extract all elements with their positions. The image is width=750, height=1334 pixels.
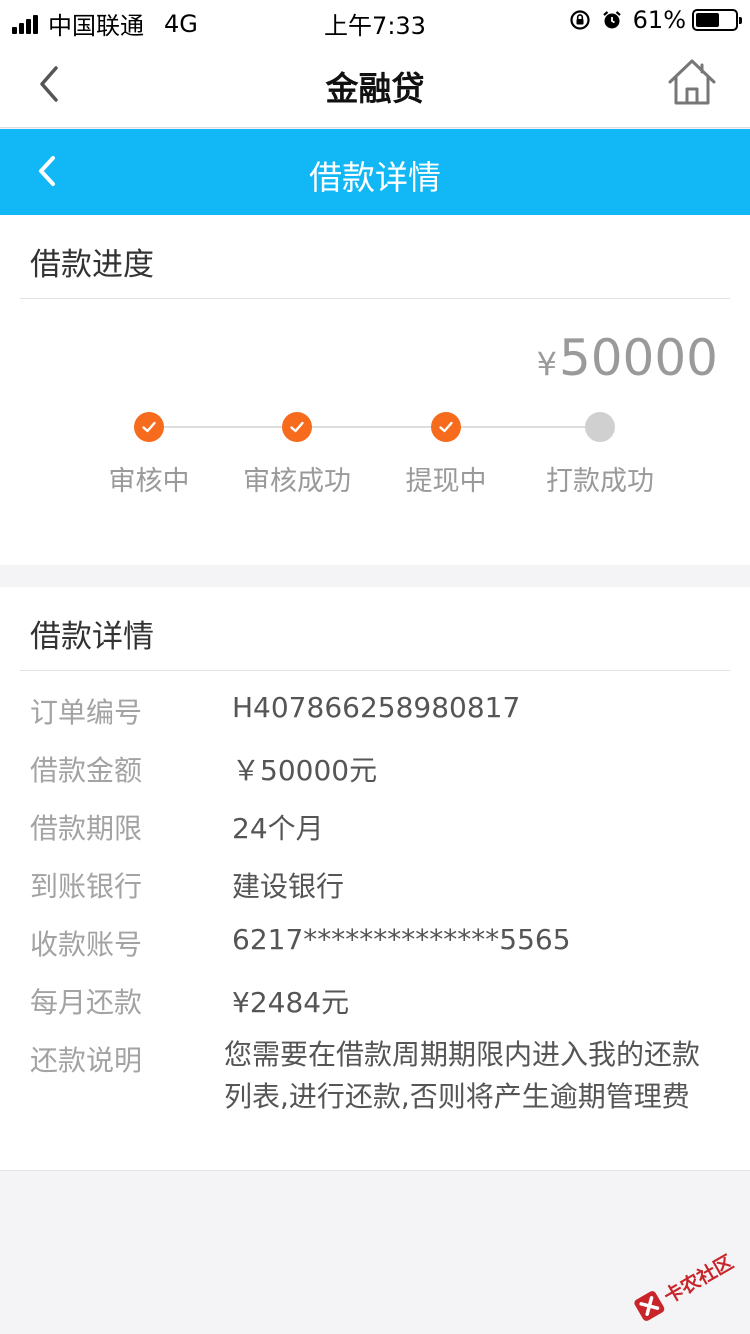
loan-details-card: 借款详情 订单编号 H407866258980817 借款金额 ￥50000元 … xyxy=(0,587,750,1171)
progress-section-title: 借款进度 xyxy=(30,247,154,283)
step-4-pending-dot xyxy=(585,412,615,442)
step-1-check-icon xyxy=(134,412,164,442)
detail-label: 每月还款 xyxy=(30,986,143,1019)
step-label: 审核成功 xyxy=(243,466,351,497)
detail-value: ¥2484元 xyxy=(232,986,350,1019)
divider xyxy=(20,670,730,671)
rotation-lock-icon xyxy=(570,10,590,30)
detail-label: 借款期限 xyxy=(30,812,143,845)
detail-value: 建设银行 xyxy=(232,870,345,903)
detail-label: 到账银行 xyxy=(30,870,143,903)
loan-progress-card: 借款进度 ¥ 50000 审核中 审核成功 提现中 打款成功 xyxy=(0,215,750,565)
detail-label: 借款金额 xyxy=(30,754,143,787)
currency-symbol: ¥ xyxy=(536,345,557,383)
loan-amount: ¥ 50000 xyxy=(537,329,718,387)
status-right: 61% xyxy=(569,6,742,34)
alarm-icon xyxy=(602,11,621,29)
battery-percent: 61% xyxy=(632,6,686,34)
divider xyxy=(20,298,730,299)
step-3-check-icon xyxy=(431,412,461,442)
step-label: 提现中 xyxy=(405,466,487,497)
battery-icon xyxy=(692,9,742,31)
app-header: 金融贷 xyxy=(0,42,750,128)
repayment-note-text: 您需要在借款周期期限内进入我的还款列表,进行还款,否则将产生逾期管理费 xyxy=(224,1038,701,1113)
progress-track xyxy=(150,426,600,428)
detail-value: 24个月 xyxy=(232,812,324,845)
detail-label: 订单编号 xyxy=(30,696,143,729)
home-icon[interactable] xyxy=(666,56,718,108)
status-bar: 中国联通 4G 上午7:33 61% xyxy=(0,0,750,42)
watermark-text: 卡农社区 xyxy=(660,1250,738,1308)
detail-value: 6217**************5565 xyxy=(232,923,571,956)
step-label: 打款成功 xyxy=(546,466,654,497)
repayment-note-label: 还款说明 xyxy=(30,1044,143,1077)
step-2-check-icon xyxy=(282,412,312,442)
details-section-title: 借款详情 xyxy=(30,619,154,655)
watermark-logo: 卡农社区 xyxy=(624,1236,744,1334)
battery-fill xyxy=(696,13,720,27)
step-label: 审核中 xyxy=(108,466,190,497)
detail-value: ￥50000元 xyxy=(232,754,378,787)
detail-label: 收款账号 xyxy=(30,928,143,961)
page-header: 借款详情 xyxy=(0,129,750,215)
app-title: 金融贷 xyxy=(325,69,425,108)
detail-value: H407866258980817 xyxy=(232,691,521,724)
page-title: 借款详情 xyxy=(309,158,441,197)
amount-value: 50000 xyxy=(558,329,718,387)
